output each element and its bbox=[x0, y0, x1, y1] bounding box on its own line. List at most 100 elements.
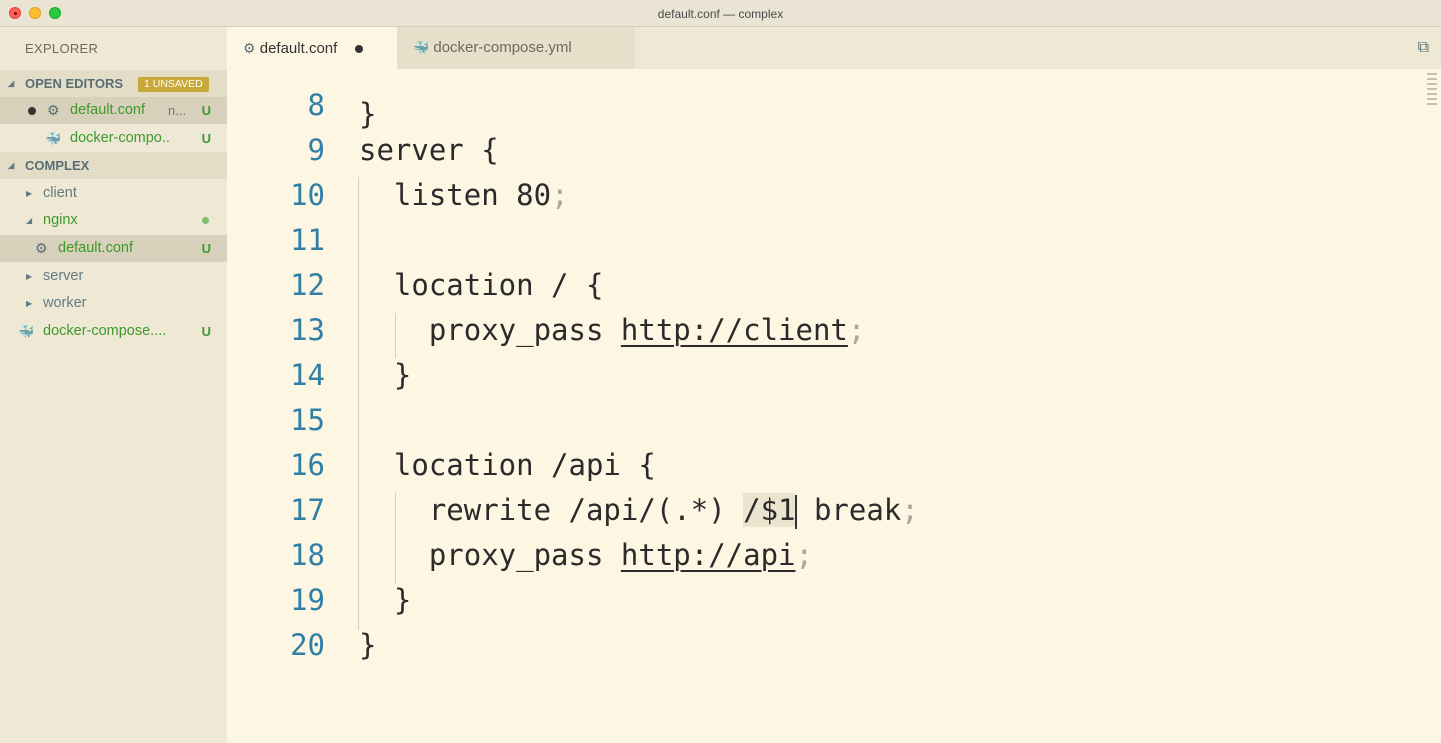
line-number: 19 bbox=[290, 583, 325, 617]
gear-icon: ⚙ bbox=[35, 240, 48, 256]
gear-icon: ⚙ bbox=[243, 40, 256, 56]
code-line: 20} bbox=[227, 623, 1407, 668]
code-line: 15 bbox=[227, 398, 1407, 443]
code-token: } bbox=[359, 358, 412, 392]
code-url: http://client bbox=[620, 313, 848, 347]
project-folder-header[interactable]: ◢ COMPLEX bbox=[0, 152, 227, 179]
code-token: proxy_pass bbox=[359, 538, 621, 572]
code-text: location / { bbox=[359, 263, 604, 308]
code-token: listen 80 bbox=[359, 178, 552, 212]
window-title: default.conf — complex bbox=[657, 7, 784, 21]
code-text: rewrite /api/(.*) /$1 break; bbox=[359, 488, 919, 533]
tab-label: default.conf bbox=[259, 40, 338, 57]
open-editors-label: OPEN EDITORS bbox=[25, 76, 124, 91]
open-preview-icon[interactable]: ⧉ bbox=[1418, 39, 1429, 57]
docker-whale-icon: 🐳 bbox=[45, 131, 62, 146]
code-line: 18 proxy_pass http://api; bbox=[227, 533, 1407, 578]
open-editor-item-docker-compose[interactable]: 🐳 docker-compo.. U bbox=[0, 125, 227, 152]
line-number: 17 bbox=[290, 493, 325, 527]
tree-file-docker-compose[interactable]: 🐳 docker-compose.... U bbox=[0, 318, 227, 345]
code-token: location / { bbox=[359, 268, 604, 302]
tree-item-label: docker-compose.... bbox=[43, 323, 167, 339]
open-editor-path-hint: n... bbox=[168, 103, 187, 118]
modified-indicator-icon bbox=[202, 217, 209, 224]
tree-file-default-conf[interactable]: ⚙ default.conf U bbox=[0, 235, 227, 262]
tab-label: docker-compose.yml bbox=[433, 39, 572, 56]
code-selection-highlight: /$1 bbox=[743, 493, 796, 527]
git-status-badge: U bbox=[201, 131, 211, 146]
git-status-badge: U bbox=[201, 324, 211, 339]
code-text: proxy_pass http://client; bbox=[359, 308, 866, 353]
minimap[interactable] bbox=[1427, 73, 1437, 113]
editor-tab-bar: ⚙ default.conf 🐳 docker-compose.yml ⧉ bbox=[227, 27, 1441, 69]
code-line: 9 server { bbox=[227, 128, 1407, 173]
tree-item-label: default.conf bbox=[58, 240, 133, 256]
tree-folder-nginx[interactable]: ◢ nginx bbox=[0, 207, 227, 234]
code-line: 13 proxy_pass http://client; bbox=[227, 308, 1407, 353]
code-line: 19 } bbox=[227, 578, 1407, 623]
code-text: proxy_pass http://api; bbox=[359, 533, 813, 578]
code-text: server { bbox=[359, 128, 499, 173]
chevron-right-icon: ▶ bbox=[26, 272, 33, 281]
git-status-badge: U bbox=[201, 103, 211, 118]
code-text: } bbox=[359, 578, 411, 623]
code-line: 14 } bbox=[227, 353, 1407, 398]
code-token: rewrite /api/(.*) bbox=[359, 493, 744, 527]
line-number: 11 bbox=[290, 223, 325, 257]
code-semicolon: ; bbox=[795, 538, 813, 572]
unsaved-dot-icon[interactable] bbox=[355, 45, 364, 54]
code-line: 8 bbox=[227, 83, 1407, 128]
explorer-sidebar: EXPLORER ◢ OPEN EDITORS 1 UNSAVED ⚙ defa… bbox=[0, 27, 227, 743]
line-number: 12 bbox=[290, 268, 325, 302]
code-url: http://api bbox=[620, 538, 796, 572]
unsaved-badge: 1 UNSAVED bbox=[138, 77, 209, 92]
code-token: break bbox=[796, 493, 902, 527]
chevron-right-icon: ▶ bbox=[26, 299, 33, 308]
tab-docker-compose[interactable]: 🐳 docker-compose.yml bbox=[397, 27, 635, 69]
code-semicolon: ; bbox=[901, 493, 919, 527]
code-text: location /api { bbox=[359, 443, 656, 488]
line-number: 20 bbox=[290, 628, 325, 662]
tree-item-label: server bbox=[43, 268, 84, 284]
code-text: } bbox=[359, 353, 411, 398]
chevron-right-icon: ▶ bbox=[26, 189, 33, 198]
chevron-down-icon: ◢ bbox=[26, 216, 33, 225]
line-number: 15 bbox=[290, 403, 325, 437]
unsaved-dot-icon bbox=[28, 107, 36, 115]
git-status-badge: U bbox=[201, 241, 211, 256]
code-editor[interactable]: } 8 9 server {10 listen 80; 11 12 location /… bbox=[227, 69, 1441, 743]
docker-whale-icon: 🐳 bbox=[413, 40, 430, 55]
docker-whale-icon: 🐳 bbox=[18, 324, 35, 339]
tree-folder-server[interactable]: ▶ server bbox=[0, 263, 227, 290]
explorer-title: EXPLORER bbox=[25, 41, 99, 56]
code-line: 12 location / { bbox=[227, 263, 1407, 308]
code-token: } bbox=[359, 628, 377, 662]
line-number: 13 bbox=[290, 313, 325, 347]
tree-item-label: client bbox=[43, 185, 77, 201]
project-folder-label: COMPLEX bbox=[25, 158, 90, 173]
chevron-down-icon: ◢ bbox=[8, 161, 15, 170]
code-semicolon: ; bbox=[551, 178, 569, 212]
code-line: 17 rewrite /api/(.*) /$1 break; bbox=[227, 488, 1407, 533]
line-number: 10 bbox=[290, 178, 325, 212]
code-token: } bbox=[359, 583, 412, 617]
open-editor-filename: docker-compo.. bbox=[70, 130, 170, 146]
gear-icon: ⚙ bbox=[47, 102, 60, 118]
tab-default-conf[interactable]: ⚙ default.conf bbox=[227, 27, 397, 69]
code-text: } bbox=[359, 623, 376, 668]
open-editors-header[interactable]: ◢ OPEN EDITORS 1 UNSAVED bbox=[0, 70, 227, 97]
line-number: 16 bbox=[290, 448, 325, 482]
code-semicolon: ; bbox=[847, 313, 866, 347]
code-text: listen 80; bbox=[359, 173, 569, 218]
code-line: 10 listen 80; bbox=[227, 173, 1407, 218]
tree-folder-worker[interactable]: ▶ worker bbox=[0, 290, 227, 317]
code-token: server { bbox=[359, 133, 499, 167]
open-editor-filename: default.conf bbox=[70, 102, 145, 118]
open-editor-item-default-conf[interactable]: ⚙ default.conf n... U bbox=[0, 97, 227, 124]
code-token: proxy_pass bbox=[359, 313, 621, 347]
tree-item-label: worker bbox=[43, 295, 87, 311]
tree-folder-client[interactable]: ▶ client bbox=[0, 180, 227, 207]
code-line: 11 bbox=[227, 218, 1407, 263]
chevron-down-icon: ◢ bbox=[8, 79, 15, 88]
code-token: location /api { bbox=[359, 448, 656, 482]
